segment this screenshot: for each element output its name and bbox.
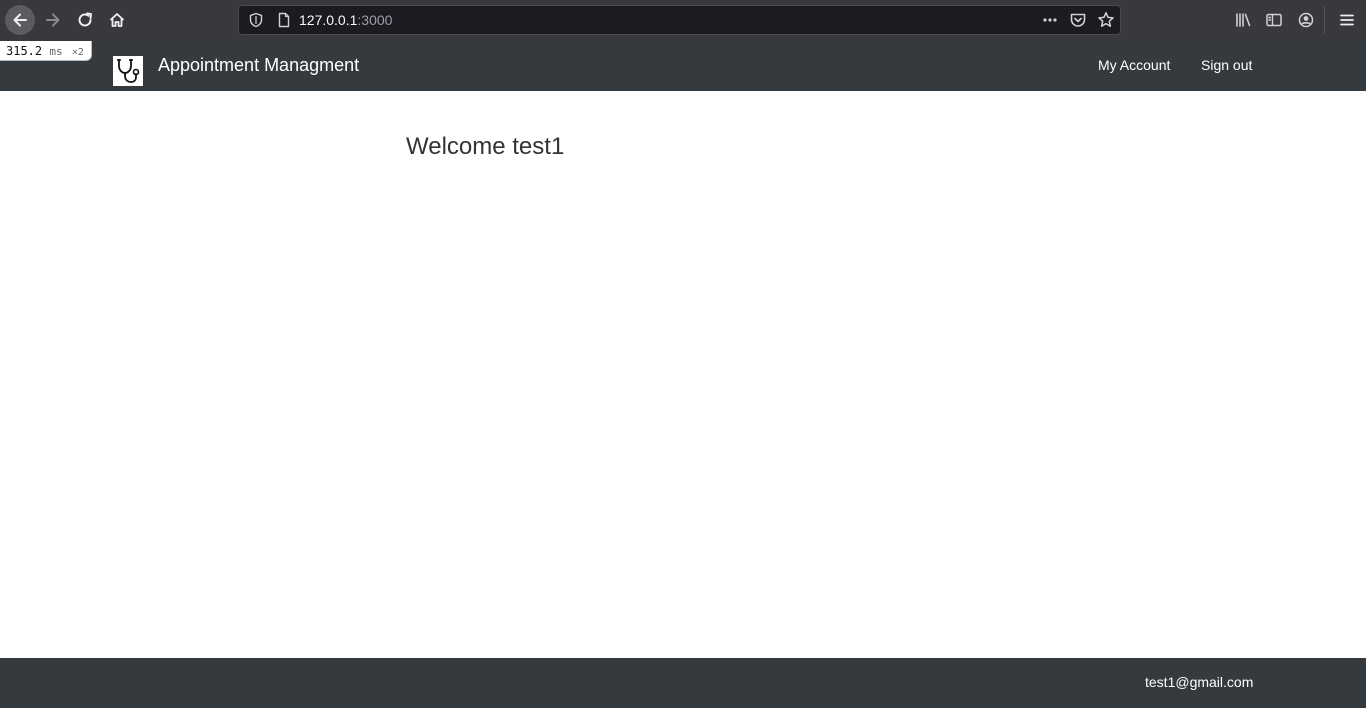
timing-count: ×2 (71, 47, 84, 58)
app-navbar: Appointment Managment My Account Sign ou… (0, 40, 1366, 91)
footer-email: test1@gmail.com (1145, 674, 1254, 690)
url-bar[interactable]: 127.0.0.1:3000 (238, 5, 1121, 35)
timing-unit: ms (49, 45, 63, 58)
home-icon (109, 13, 125, 27)
stethoscope-icon[interactable] (113, 56, 143, 86)
hamburger-menu-icon[interactable] (1337, 10, 1357, 30)
url-port: :3000 (357, 12, 393, 28)
reload-icon (78, 12, 92, 27)
library-icon[interactable] (1233, 10, 1253, 30)
timing-value: 315.2 (6, 44, 43, 58)
toolbar-divider (1324, 6, 1325, 34)
pocket-icon[interactable] (1068, 10, 1088, 30)
account-icon[interactable] (1296, 10, 1316, 30)
more-dots-icon[interactable] (1040, 10, 1060, 30)
sidebar-icon[interactable] (1264, 10, 1284, 30)
arrow-left-icon (13, 13, 27, 27)
reload-button[interactable] (70, 5, 100, 35)
welcome-heading: Welcome test1 (406, 133, 565, 160)
url-text[interactable]: 127.0.0.1:3000 (299, 12, 392, 28)
home-button[interactable] (102, 5, 132, 35)
browser-toolbar: 127.0.0.1:3000 (0, 0, 1366, 40)
brand-name[interactable]: Appointment Managment (158, 55, 359, 75)
url-host: 127.0.0.1 (299, 12, 358, 28)
page-icon (276, 12, 292, 33)
arrow-right-icon (46, 13, 60, 27)
shield-icon[interactable] (248, 12, 264, 33)
footer: test1@gmail.com (0, 658, 1366, 708)
my-account-link[interactable]: My Account (1098, 57, 1170, 73)
back-button[interactable] (5, 5, 35, 35)
sign-out-link[interactable]: Sign out (1201, 57, 1252, 73)
star-icon[interactable] (1096, 10, 1116, 30)
forward-button[interactable] (38, 5, 68, 35)
timing-badge: 315.2 ms ×2 (0, 41, 92, 61)
